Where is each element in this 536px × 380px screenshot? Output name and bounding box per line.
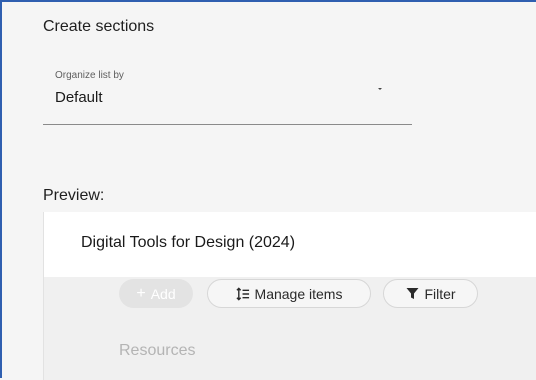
select-underline: [43, 124, 412, 125]
preview-card-header: Digital Tools for Design (2024): [44, 212, 536, 277]
resources-section-label: Resources: [119, 342, 196, 359]
manage-items-label: Manage items: [254, 285, 343, 302]
plus-icon: +: [136, 284, 146, 302]
panel-frame: Create sections Organize list by Default…: [0, 0, 536, 380]
filter-button[interactable]: Filter: [383, 279, 478, 308]
preview-heading: Preview:: [43, 187, 105, 204]
add-button[interactable]: + Add: [119, 279, 193, 308]
filter-funnel-icon: [405, 287, 419, 301]
organize-list-select[interactable]: Organize list by Default: [43, 62, 412, 125]
dropdown-arrow-icon: [378, 88, 382, 90]
sort-list-icon: [235, 286, 250, 301]
preview-card-title: Digital Tools for Design (2024): [81, 234, 296, 251]
add-button-label: Add: [150, 285, 176, 302]
organize-list-label: Organize list by: [55, 70, 124, 81]
section-heading: Create sections: [43, 18, 155, 35]
manage-items-button[interactable]: Manage items: [207, 279, 371, 308]
filter-label: Filter: [424, 285, 456, 302]
organize-list-value: Default: [55, 89, 103, 106]
